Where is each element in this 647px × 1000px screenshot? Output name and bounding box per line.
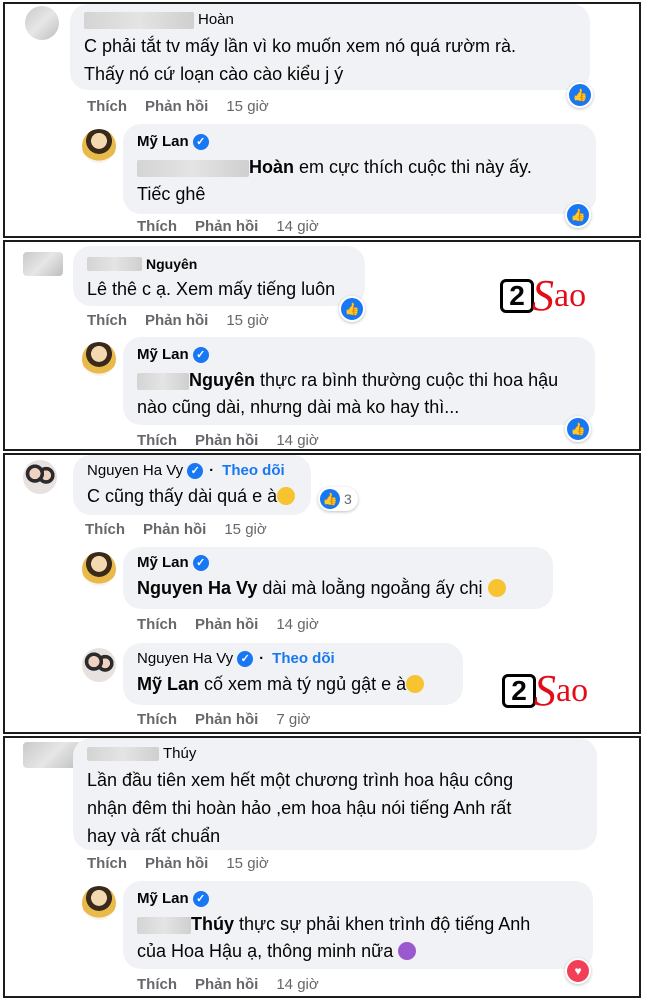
like-button[interactable]: Thích xyxy=(87,98,127,115)
avatar[interactable] xyxy=(82,552,116,586)
reply-text: Mỹ Lan cố xem mà tý ngủ gật e à xyxy=(137,671,449,697)
comment-text: Lần đầu tiên xem hết một chương trình ho… xyxy=(87,770,514,846)
comment-text: Lê thê c ạ. Xem mấy tiếng luôn xyxy=(87,279,336,299)
watermark-logo: 2 Sao xyxy=(502,669,588,713)
avatar[interactable] xyxy=(82,129,116,163)
reply-author[interactable]: Mỹ Lan ✓ xyxy=(137,132,582,152)
like-button[interactable]: Thích xyxy=(87,855,127,872)
reply-actions: Thích Phản hồi 14 giờ xyxy=(137,616,319,633)
comment-thread-2: Nguyên Lê thê c ạ. Xem mấy tiếng luôn 👍 … xyxy=(3,240,641,451)
reply-actions: Thích Phản hồi 7 giờ xyxy=(137,711,310,728)
like-thumb-icon[interactable]: 👍 xyxy=(565,202,591,228)
comment-text: C cũng thấy dài quá e à xyxy=(87,483,297,509)
comment-bubble: Thúy Lần đầu tiên xem hết một chương trì… xyxy=(73,738,597,850)
avatar[interactable] xyxy=(23,460,57,494)
reply-bubble: Nguyen Ha Vy ✓ · Theo dõi Mỹ Lan cố xem mà … xyxy=(123,643,463,705)
verified-badge-icon: ✓ xyxy=(192,347,209,363)
like-button[interactable]: Thích xyxy=(87,312,127,329)
comment-text: C phải tắt tv mấy lần vì ko muốn xem nó … xyxy=(84,36,517,84)
timestamp[interactable]: 15 giờ xyxy=(226,312,268,329)
comment-bubble: Nguyên Lê thê c ạ. Xem mấy tiếng luôn xyxy=(73,246,365,306)
like-button[interactable]: Thích xyxy=(85,521,125,538)
reply-author[interactable]: Mỹ Lan ✓ xyxy=(137,889,579,909)
reply-button[interactable]: Phản hồi xyxy=(195,616,258,633)
like-button[interactable]: Thích xyxy=(137,218,177,235)
follow-button[interactable]: Theo dõi xyxy=(222,461,285,481)
comment-bubble: Nguyen Ha Vy ✓ · Theo dõi C cũng thấy dài q… xyxy=(73,455,311,515)
comment-thread-1: Hoàn C phải tắt tv mấy lần vì ko muốn xe… xyxy=(3,2,641,238)
like-button[interactable]: Thích xyxy=(137,976,177,993)
reply-button[interactable]: Phản hồi xyxy=(145,312,208,329)
reply-author[interactable]: Nguyen Ha Vy ✓ · Theo dõi xyxy=(137,649,449,669)
like-thumb-icon[interactable]: 👍 xyxy=(565,416,591,442)
verified-badge-icon: ✓ xyxy=(237,651,254,667)
reply-actions: Thích Phản hồi 14 giờ xyxy=(137,218,319,235)
reply-actions: Thích Phản hồi 14 giờ xyxy=(137,432,319,449)
reply-author[interactable]: Mỹ Lan ✓ xyxy=(137,553,539,573)
comment-bubble: Hoàn C phải tắt tv mấy lần vì ko muốn xe… xyxy=(70,4,590,90)
comment-thread-4: Thúy Lần đầu tiên xem hết một chương trì… xyxy=(3,736,641,998)
avatar[interactable] xyxy=(23,252,63,276)
timestamp[interactable]: 14 giờ xyxy=(276,976,318,993)
reply-text: Nguyên thực ra bình thường cuộc thi hoa … xyxy=(137,370,559,417)
star-struck-emoji-icon xyxy=(398,942,417,960)
like-button[interactable]: Thích xyxy=(137,616,177,633)
reply-actions: Thích Phản hồi 14 giờ xyxy=(137,976,319,993)
timestamp[interactable]: 14 giờ xyxy=(276,218,318,235)
laughing-tears-emoji-icon xyxy=(487,579,506,597)
avatar[interactable] xyxy=(82,648,116,682)
reply-bubble: Mỹ Lan ✓ Hoàn em cực thích cuộc thi này ấ… xyxy=(123,124,596,214)
verified-badge-icon: ✓ xyxy=(192,134,209,150)
grinning-sweat-emoji-icon xyxy=(406,675,425,693)
verified-badge-icon: ✓ xyxy=(192,555,209,571)
timestamp[interactable]: 15 giờ xyxy=(226,98,268,115)
verified-badge-icon: ✓ xyxy=(192,891,209,907)
reply-button[interactable]: Phản hồi xyxy=(145,855,208,872)
timestamp[interactable]: 14 giờ xyxy=(276,432,318,449)
reply-bubble: Mỹ Lan ✓ Nguyên thực ra bình thường cuộc … xyxy=(123,337,595,425)
grinning-sweat-emoji-icon xyxy=(277,487,296,505)
reply-button[interactable]: Phản hồi xyxy=(195,976,258,993)
heart-icon[interactable]: ♥ xyxy=(565,958,591,984)
timestamp[interactable]: 7 giờ xyxy=(276,711,310,728)
like-button[interactable]: Thích xyxy=(137,432,177,449)
reply-button[interactable]: Phản hồi xyxy=(143,521,206,538)
follow-button[interactable]: Theo dõi xyxy=(272,649,335,669)
comment-actions: Thích Phản hồi 15 giờ xyxy=(85,521,267,538)
avatar[interactable] xyxy=(82,342,116,376)
comment-author[interactable]: Nguyên xyxy=(87,254,351,274)
comment-author[interactable]: Hoàn xyxy=(84,10,576,30)
like-thumb-icon[interactable]: 👍 xyxy=(339,296,365,322)
timestamp[interactable]: 14 giờ xyxy=(276,616,318,633)
verified-badge-icon: ✓ xyxy=(187,463,204,479)
reply-bubble: Mỹ Lan ✓ Nguyen Ha Vy dài mà loằng ngoằng… xyxy=(123,547,553,609)
like-thumb-icon[interactable]: 👍 xyxy=(567,82,593,108)
watermark-logo: 2 Sao xyxy=(500,274,586,318)
comment-actions: Thích Phản hồi 15 giờ xyxy=(87,855,269,872)
reply-button[interactable]: Phản hồi xyxy=(195,711,258,728)
reply-button[interactable]: Phản hồi xyxy=(145,98,208,115)
reply-author[interactable]: Mỹ Lan ✓ xyxy=(137,345,581,365)
comment-actions: Thích Phản hồi 15 giờ xyxy=(87,98,269,115)
reply-button[interactable]: Phản hồi xyxy=(195,218,258,235)
comment-author[interactable]: Nguyen Ha Vy ✓ · Theo dõi xyxy=(87,461,297,481)
like-thumb-icon: 👍 xyxy=(320,489,340,509)
avatar[interactable] xyxy=(25,6,59,40)
like-button[interactable]: Thích xyxy=(137,711,177,728)
reply-text: Nguyen Ha Vy dài mà loằng ngoằng ấy chị xyxy=(137,575,539,601)
timestamp[interactable]: 15 giờ xyxy=(224,521,266,538)
comment-author[interactable]: Thúy xyxy=(87,744,583,764)
reply-bubble: Mỹ Lan ✓ Thúy thực sự phải khen trình độ … xyxy=(123,881,593,969)
timestamp[interactable]: 15 giờ xyxy=(226,855,268,872)
comment-thread-3: Nguyen Ha Vy ✓ · Theo dõi C cũng thấy dài q… xyxy=(3,453,641,734)
reply-button[interactable]: Phản hồi xyxy=(195,432,258,449)
avatar[interactable] xyxy=(82,886,116,920)
reply-text: Hoàn em cực thích cuộc thi này ấy. Tiếc … xyxy=(137,157,532,204)
reaction-count[interactable]: 👍 3 xyxy=(318,487,358,511)
reply-text: Thúy thực sự phải khen trình độ tiếng An… xyxy=(137,914,531,961)
comment-actions: Thích Phản hồi 15 giờ xyxy=(87,312,269,329)
